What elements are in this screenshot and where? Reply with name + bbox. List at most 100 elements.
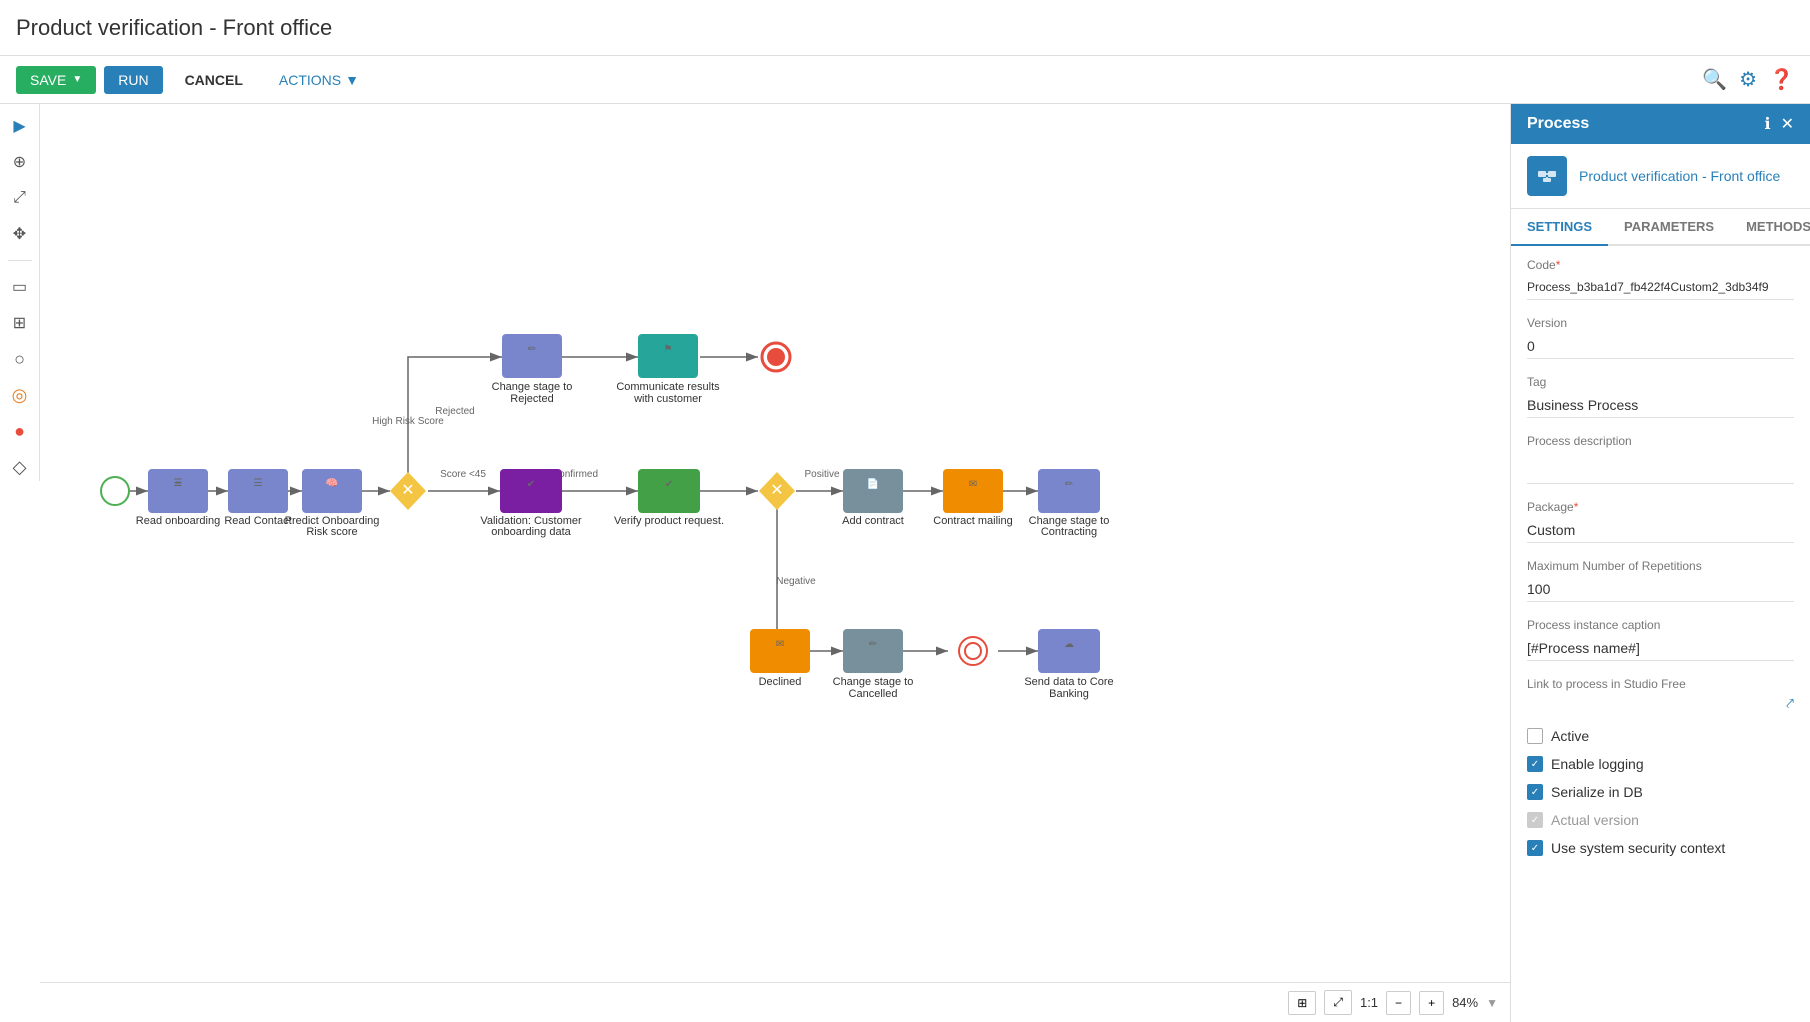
run-button[interactable]: RUN	[104, 66, 162, 94]
svg-text:Cancelled: Cancelled	[849, 688, 898, 700]
checkbox-actual-version-input[interactable]: ✓	[1527, 812, 1543, 828]
label-high-risk: High Risk Score	[372, 416, 444, 427]
label-negative: Negative	[776, 576, 816, 587]
caption-label: Process instance caption	[1527, 618, 1794, 632]
label-rejected: Rejected	[435, 406, 474, 417]
svg-text:☰: ☰	[174, 478, 183, 489]
node-contract-mailing[interactable]	[943, 469, 1003, 513]
svg-text:Read onboarding: Read onboarding	[136, 515, 220, 527]
checkbox-active-label: Active	[1551, 728, 1589, 744]
svg-text:Change stage to: Change stage to	[492, 381, 573, 393]
version-value: 0	[1527, 334, 1794, 359]
rect-tool[interactable]: ▭	[6, 273, 34, 301]
svg-text:Rejected: Rejected	[510, 393, 553, 405]
checkbox-security-input[interactable]: ✓	[1527, 840, 1543, 856]
circle-tool[interactable]: ○	[6, 345, 34, 373]
tab-methods[interactable]: METHODS	[1730, 209, 1810, 246]
node-validation[interactable]	[500, 469, 562, 513]
resize-tool[interactable]: ⤢	[6, 184, 34, 212]
svg-text:Declined: Declined	[759, 676, 802, 688]
info-icon[interactable]: ℹ	[1765, 114, 1771, 134]
code-value: Process_b3ba1d7_fb422f4Custom2_3db34f9	[1527, 276, 1794, 300]
svg-text:✕: ✕	[401, 482, 414, 499]
node-add-contract[interactable]	[843, 469, 903, 513]
flow-canvas[interactable]: High Risk Score Score <45 Confirmed Reje…	[40, 104, 1510, 982]
panel-settings-content: Code* Process_b3ba1d7_fb422f4Custom2_3db…	[1511, 246, 1810, 1022]
code-label: Code*	[1527, 258, 1794, 272]
group-tool[interactable]: ⊞	[6, 309, 34, 337]
panel-tabs: SETTINGS PARAMETERS METHODS	[1511, 209, 1810, 246]
grid-view-button[interactable]: ⊞	[1288, 991, 1316, 1015]
tab-settings[interactable]: SETTINGS	[1511, 209, 1608, 246]
node-change-rejected[interactable]	[502, 334, 562, 378]
bottom-bar: ⊞ ⤢ 1:1 − + 84% ▼	[40, 982, 1510, 1022]
checkbox-actual-version: ✓ Actual version	[1527, 812, 1794, 828]
fit-view-button[interactable]: ⤢	[1324, 990, 1352, 1015]
circle-red-tool[interactable]: ●	[6, 417, 34, 445]
actions-button[interactable]: ACTIONS ▼	[265, 66, 373, 94]
svg-text:✏: ✏	[869, 639, 878, 650]
circle-orange-tool[interactable]: ◎	[6, 381, 34, 409]
description-label: Process description	[1527, 434, 1794, 448]
zoom-dropdown[interactable]: ▼	[1486, 996, 1498, 1010]
label-positive: Positive	[804, 469, 839, 480]
zoom-out-button[interactable]: −	[1386, 991, 1411, 1015]
svg-text:Communicate results: Communicate results	[616, 381, 720, 393]
header: Product verification - Front office	[0, 0, 1810, 56]
diamond-tool[interactable]: ◇	[6, 453, 34, 481]
node-read-contact[interactable]	[228, 469, 288, 513]
main-layout: ▶ ⊕ ⤢ ✥ ▭ ⊞ ○ ◎ ● ◇	[0, 104, 1810, 1022]
settings-icon[interactable]: ⚙	[1739, 67, 1757, 92]
move-tool[interactable]: ⊕	[6, 148, 34, 176]
select-tool[interactable]: ▶	[6, 112, 34, 140]
mid-event[interactable]	[959, 637, 987, 665]
entity-name: Product verification - Front office	[1579, 168, 1780, 184]
canvas-area: ▶ ⊕ ⤢ ✥ ▭ ⊞ ○ ◎ ● ◇	[0, 104, 1510, 1022]
svg-text:Add contract: Add contract	[842, 515, 904, 527]
checkbox-logging: ✓ Enable logging	[1527, 756, 1794, 772]
start-event[interactable]	[101, 477, 129, 505]
svg-text:✏: ✏	[1065, 479, 1074, 490]
close-icon[interactable]: ✕	[1781, 114, 1794, 134]
node-send-core[interactable]	[1038, 629, 1100, 673]
checkbox-active-input[interactable]	[1527, 728, 1543, 744]
checkbox-actual-version-label: Actual version	[1551, 812, 1639, 828]
hand-tool[interactable]: ✥	[6, 220, 34, 248]
svg-text:Contracting: Contracting	[1041, 526, 1097, 538]
node-predict-risk[interactable]	[302, 469, 362, 513]
node-verify[interactable]	[638, 469, 700, 513]
checkbox-serialize-input[interactable]: ✓	[1527, 784, 1543, 800]
node-change-cancelled[interactable]	[843, 629, 903, 673]
help-icon[interactable]: ❓	[1769, 67, 1794, 92]
label-score45: Score <45	[440, 469, 486, 480]
zoom-in-button[interactable]: +	[1419, 991, 1444, 1015]
svg-text:Banking: Banking	[1049, 688, 1089, 700]
save-button[interactable]: SAVE ▼	[16, 66, 96, 94]
panel-entity: Product verification - Front office	[1511, 144, 1810, 209]
left-toolbar: ▶ ⊕ ⤢ ✥ ▭ ⊞ ○ ◎ ● ◇	[0, 104, 40, 481]
description-value[interactable]	[1527, 452, 1794, 484]
node-read-onboarding[interactable]	[148, 469, 208, 513]
search-icon[interactable]: 🔍	[1702, 67, 1727, 92]
node-communicate[interactable]	[638, 334, 698, 378]
cancel-button[interactable]: CANCEL	[171, 66, 257, 94]
svg-text:⚑: ⚑	[664, 344, 673, 355]
link-label: Link to process in Studio Free	[1527, 677, 1794, 691]
checkbox-security: ✓ Use system security context	[1527, 840, 1794, 856]
node-declined[interactable]	[750, 629, 810, 673]
external-link-icon[interactable]: ⤤	[1786, 695, 1794, 712]
field-tag: Tag Business Process	[1527, 375, 1794, 418]
max-rep-value: 100	[1527, 577, 1794, 602]
tab-parameters[interactable]: PARAMETERS	[1608, 209, 1730, 246]
zoom-level: 1:1	[1360, 995, 1378, 1010]
svg-text:📄: 📄	[867, 477, 879, 490]
checkbox-logging-input[interactable]: ✓	[1527, 756, 1543, 772]
node-change-contracting[interactable]	[1038, 469, 1100, 513]
right-panel: Process ℹ ✕ Product verification - Front…	[1510, 104, 1810, 1022]
panel-header: Process ℹ ✕	[1511, 104, 1810, 144]
svg-text:☁: ☁	[1064, 639, 1074, 650]
field-link: Link to process in Studio Free ⤤	[1527, 677, 1794, 712]
svg-text:onboarding data: onboarding data	[491, 526, 571, 538]
svg-text:✉: ✉	[776, 639, 784, 650]
page-title: Product verification - Front office	[16, 15, 1794, 41]
